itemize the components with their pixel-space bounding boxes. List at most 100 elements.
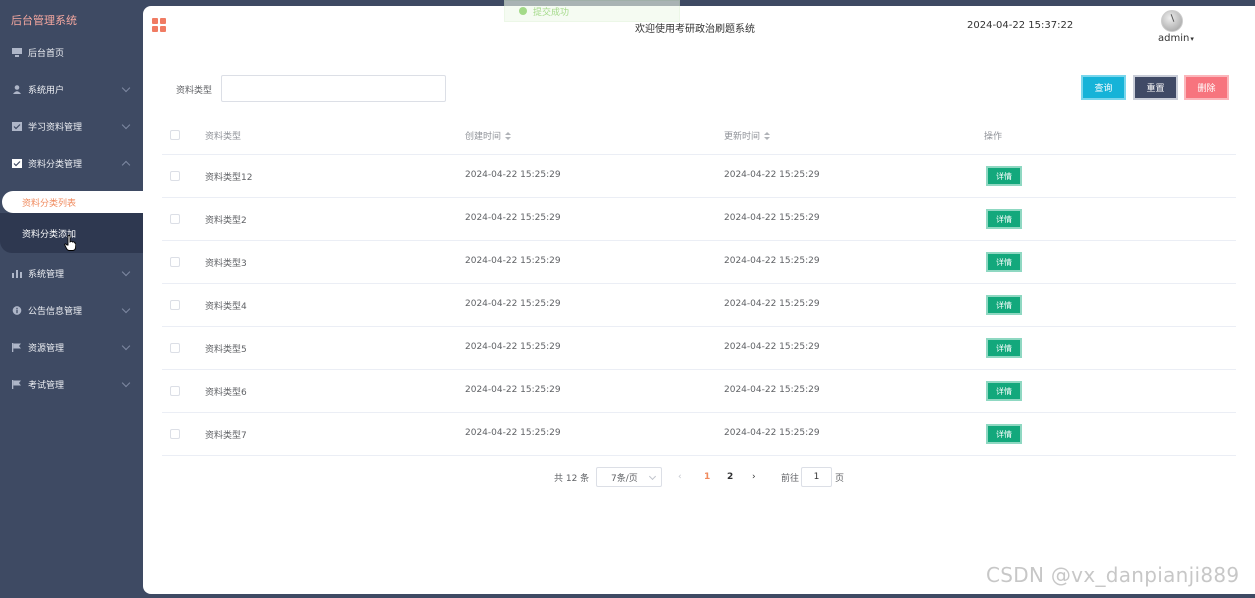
reset-button[interactable]: 重置 — [1133, 75, 1178, 100]
detail-button[interactable]: 详情 — [986, 295, 1022, 315]
sidebar-item-exams[interactable]: 考试管理 — [0, 366, 143, 403]
page-2-button[interactable]: 2 — [727, 467, 733, 487]
flag-icon — [12, 380, 21, 389]
cell-updated: 2024-04-22 15:25:29 — [724, 342, 820, 352]
row-checkbox[interactable] — [170, 386, 180, 396]
sidebar-item-system-management[interactable]: 系统管理 — [0, 255, 143, 292]
page-1-button[interactable]: 1 — [704, 467, 710, 487]
row-checkbox[interactable] — [170, 214, 180, 224]
cell-updated: 2024-04-22 15:25:29 — [724, 385, 820, 395]
chevron-up-icon — [121, 160, 131, 170]
page-size-select[interactable]: 7条/页 — [596, 467, 662, 487]
hand-cursor-icon — [64, 235, 76, 251]
sidebar-item-label: 公告信息管理 — [28, 307, 83, 317]
column-header-actions: 操作 — [984, 132, 1003, 142]
toast-text: 提交成功 — [533, 7, 570, 18]
cell-created: 2024-04-22 15:25:29 — [465, 299, 561, 309]
pagination-total: 共 12 条 — [554, 473, 590, 484]
table-row: 资料类型12 2024-04-22 15:25:29 2024-04-22 15… — [162, 155, 1236, 198]
success-icon — [519, 7, 527, 15]
row-checkbox[interactable] — [170, 343, 180, 353]
sidebar-item-study-materials[interactable]: 学习资料管理 — [0, 108, 143, 145]
cell-type: 资料类型4 — [205, 302, 247, 312]
sidebar-subitem-category-list[interactable]: 资料分类列表 — [2, 191, 143, 213]
row-checkbox[interactable] — [170, 429, 180, 439]
sidebar-item-home[interactable]: 后台首页 — [0, 34, 143, 71]
pagination: 共 12 条 7条/页 ‹ 1 2 › 前往 1 页 — [143, 467, 1255, 487]
chevron-down-icon — [121, 83, 131, 93]
sidebar-item-announcements[interactable]: 公告信息管理 — [0, 292, 143, 329]
cell-updated: 2024-04-22 15:25:29 — [724, 256, 820, 266]
detail-button[interactable]: 详情 — [986, 166, 1022, 186]
detail-button[interactable]: 详情 — [986, 338, 1022, 358]
table-row: 资料类型6 2024-04-22 15:25:29 2024-04-22 15:… — [162, 370, 1236, 413]
next-page-button[interactable]: › — [752, 467, 756, 487]
sidebar: 后台管理系统 后台首页 系统用户 学习资料管理 资料分类管理 资料分类列表 资料… — [0, 0, 143, 598]
table-row: 资料类型3 2024-04-22 15:25:29 2024-04-22 15:… — [162, 241, 1236, 284]
detail-button[interactable]: 详情 — [986, 252, 1022, 272]
sidebar-item-label: 系统管理 — [28, 270, 65, 280]
avatar[interactable] — [1161, 10, 1183, 32]
cell-updated: 2024-04-22 15:25:29 — [724, 428, 820, 438]
checkbox-icon — [12, 159, 22, 168]
cell-type: 资料类型3 — [205, 259, 247, 269]
table-row: 资料类型7 2024-04-22 15:25:29 2024-04-22 15:… — [162, 413, 1236, 456]
prev-page-button[interactable]: ‹ — [678, 467, 682, 487]
material-type-input[interactable] — [221, 75, 446, 102]
sidebar-item-label: 学习资料管理 — [28, 123, 83, 133]
goto-page-input[interactable]: 1 — [801, 467, 832, 487]
detail-button[interactable]: 详情 — [986, 381, 1022, 401]
sidebar-item-label: 后台首页 — [28, 49, 65, 59]
sidebar-item-category-management[interactable]: 资料分类管理 — [0, 145, 143, 182]
sidebar-item-resources[interactable]: 资源管理 — [0, 329, 143, 366]
current-datetime: 2024-04-22 15:37:22 — [967, 20, 1074, 31]
page-suffix: 页 — [835, 473, 845, 484]
sort-icon[interactable] — [764, 132, 771, 141]
chevron-down-icon — [121, 267, 131, 277]
grid-menu-icon[interactable] — [152, 18, 167, 33]
bar-chart-icon — [12, 270, 22, 278]
table-row: 资料类型2 2024-04-22 15:25:29 2024-04-22 15:… — [162, 198, 1236, 241]
row-checkbox[interactable] — [170, 171, 180, 181]
sidebar-item-system-users[interactable]: 系统用户 — [0, 71, 143, 108]
info-icon — [12, 306, 22, 315]
checkbox-icon — [12, 122, 22, 131]
cell-updated: 2024-04-22 15:25:29 — [724, 170, 820, 180]
cell-type: 资料类型12 — [205, 173, 253, 183]
detail-button[interactable]: 详情 — [986, 424, 1022, 444]
user-icon — [13, 85, 21, 94]
cell-type: 资料类型2 — [205, 216, 247, 226]
column-header-type: 资料类型 — [205, 132, 242, 142]
cell-created: 2024-04-22 15:25:29 — [465, 342, 561, 352]
user-menu[interactable]: admin▾ — [1158, 33, 1194, 44]
row-checkbox[interactable] — [170, 257, 180, 267]
column-header-created[interactable]: 创建时间 — [465, 129, 512, 142]
search-button[interactable]: 查询 — [1081, 75, 1126, 100]
sidebar-item-label: 资料分类管理 — [28, 160, 83, 170]
table-header: 资料类型 创建时间 更新时间 操作 — [162, 114, 1236, 155]
column-header-label: 更新时间 — [724, 132, 761, 142]
delete-button[interactable]: 删除 — [1184, 75, 1229, 100]
username: admin — [1158, 33, 1190, 44]
cell-updated: 2024-04-22 15:25:29 — [724, 213, 820, 223]
caret-down-icon: ▾ — [1190, 35, 1194, 43]
detail-button[interactable]: 详情 — [986, 209, 1022, 229]
cell-type: 资料类型5 — [205, 345, 247, 355]
chevron-down-icon — [121, 341, 131, 351]
row-checkbox[interactable] — [170, 300, 180, 310]
cell-type: 资料类型7 — [205, 431, 247, 441]
cell-updated: 2024-04-22 15:25:29 — [724, 299, 820, 309]
cell-created: 2024-04-22 15:25:29 — [465, 256, 561, 266]
page-size-value: 7条/页 — [611, 473, 638, 484]
sort-icon[interactable] — [505, 132, 512, 141]
column-header-label: 创建时间 — [465, 132, 502, 142]
chevron-down-icon — [648, 472, 657, 481]
brand-title: 后台管理系统 — [11, 14, 77, 27]
main-panel: 提交成功 欢迎使用考研政治刷题系统 2024-04-22 15:37:22 ad… — [143, 0, 1255, 594]
success-toast: 提交成功 — [504, 0, 680, 22]
sidebar-item-label: 考试管理 — [28, 381, 65, 391]
flag-icon — [12, 343, 21, 352]
table-row: 资料类型4 2024-04-22 15:25:29 2024-04-22 15:… — [162, 284, 1236, 327]
select-all-checkbox[interactable] — [170, 130, 180, 140]
column-header-updated[interactable]: 更新时间 — [724, 129, 771, 142]
